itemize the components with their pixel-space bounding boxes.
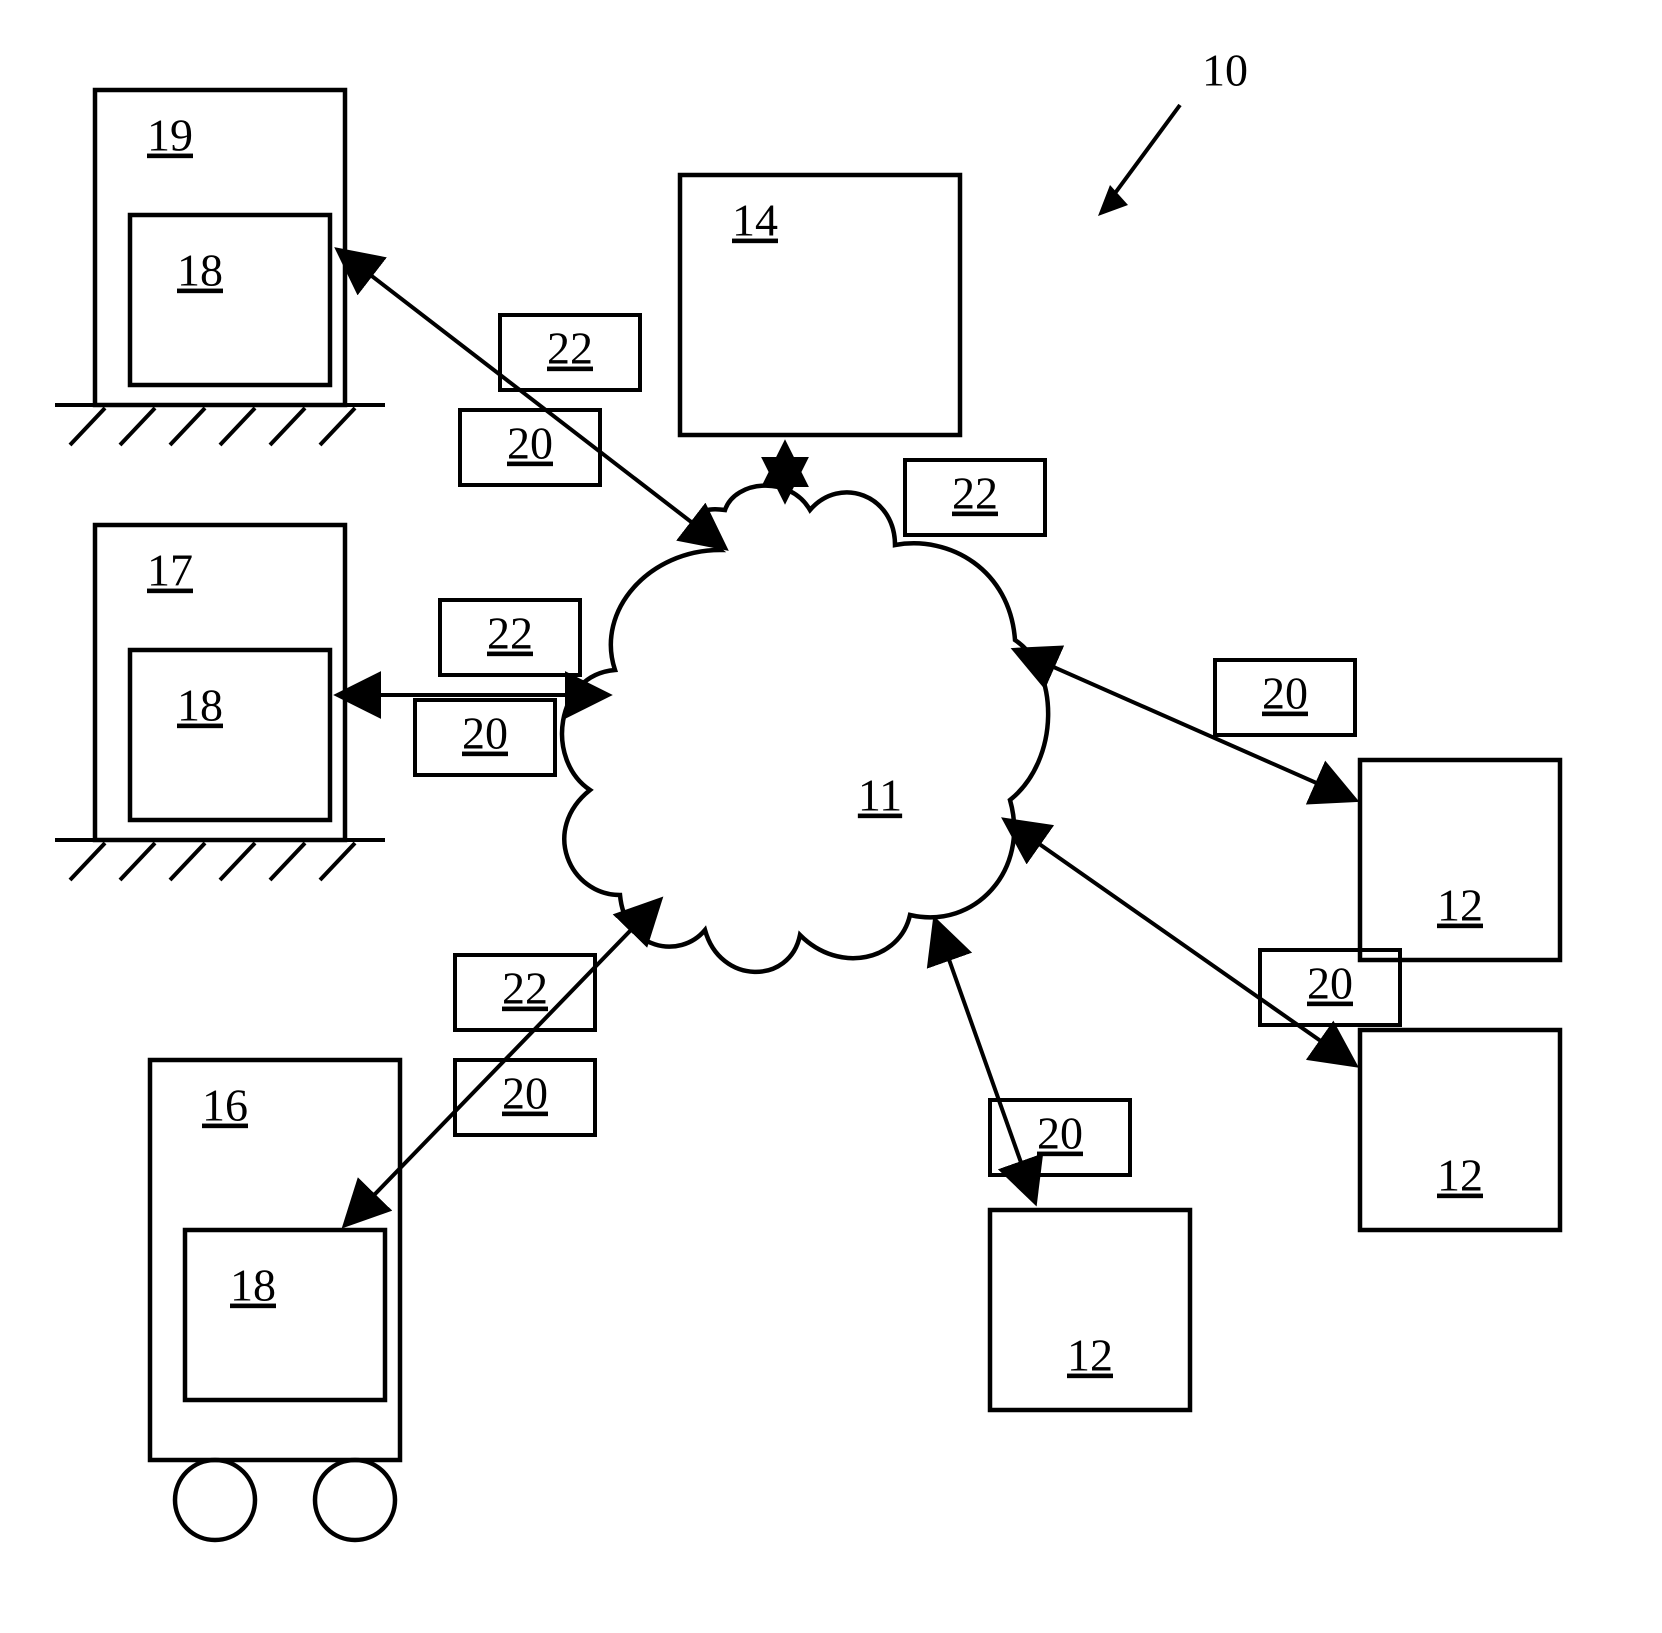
link-label-20-cart: 20 [455,1060,595,1135]
link-label-22-cart: 22 [455,955,595,1030]
client-12-bottom: 12 [990,1210,1190,1410]
link-label-20-client-top: 20 [1215,660,1355,735]
ref-19-label: 19 [147,110,193,161]
link-client-bottom [935,920,1035,1202]
label-20-cart-text: 20 [502,1068,548,1119]
label-22-cart-text: 22 [502,963,548,1014]
ref-11-label: 11 [858,770,902,821]
ref-18-mid-label: 18 [177,680,223,731]
ref-10-label: 10 [1202,45,1248,96]
label-22-top-text: 22 [547,323,593,374]
building-19: 19 18 [55,90,385,445]
ref-12-top-label: 12 [1437,880,1483,931]
label-20-cm-text: 20 [1307,958,1353,1009]
server-box-14: 14 [680,175,960,435]
link-label-20-mid: 20 [415,700,555,775]
link-label-22-top: 22 [500,315,640,390]
ref-18-cart-label: 18 [230,1260,276,1311]
link-label-20-top: 20 [460,410,600,485]
client-12-mid: 12 [1360,1030,1560,1230]
label-20-cb-text: 20 [1037,1108,1083,1159]
network-cloud-11: 11 [562,486,1048,972]
client-12-top: 12 [1360,760,1560,960]
link-19-to-11 [338,250,725,548]
cart-16: 16 18 [150,1060,400,1540]
link-label-22-server: 22 [905,460,1045,535]
label-20-mid-text: 20 [462,708,508,759]
ref-12-mid-label: 12 [1437,1150,1483,1201]
label-20-ct-text: 20 [1262,668,1308,719]
ref-14-label: 14 [732,195,778,246]
ref-18-top-label: 18 [177,245,223,296]
label-20-top-text: 20 [507,418,553,469]
link-client-mid [1005,820,1355,1065]
ref-12-bottom-label: 12 [1067,1330,1113,1381]
link-label-22-mid: 22 [440,600,580,675]
ref-17-label: 17 [147,545,193,596]
diagram-title-ref: 10 [1098,45,1248,216]
network-diagram: 10 14 11 22 19 18 22 [0,0,1662,1633]
ref-16-label: 16 [202,1080,248,1131]
link-16-to-11 [345,900,660,1225]
label-22-mid-text: 22 [487,608,533,659]
building-17: 17 18 [55,525,385,880]
label-22-server-text: 22 [952,468,998,519]
